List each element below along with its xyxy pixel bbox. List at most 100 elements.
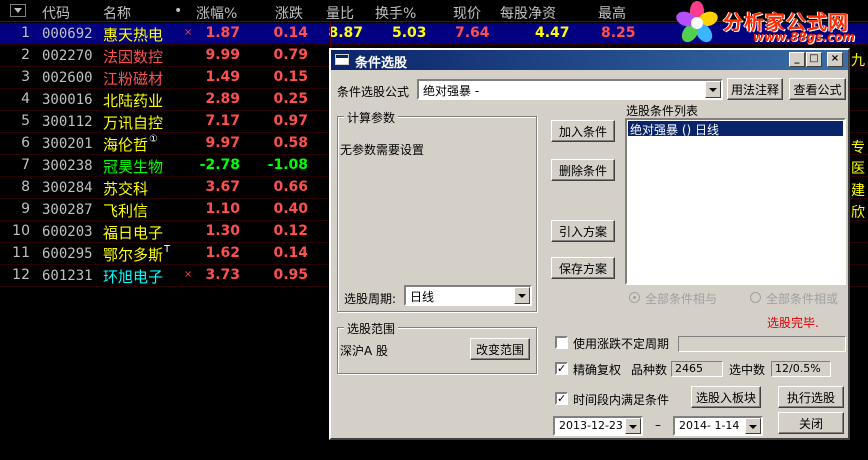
date-from-value: 2013-12-23 xyxy=(559,419,623,432)
column-dropdown-button[interactable] xyxy=(10,4,26,17)
row-number: 7 xyxy=(21,157,30,173)
row-1-price: 7.64 xyxy=(455,25,490,41)
use-uncertain-period-label[interactable]: 使用涨跌不定周期 xyxy=(573,335,669,352)
radio-and[interactable] xyxy=(629,292,640,303)
header-code[interactable]: 代码 xyxy=(42,3,70,23)
add-to-block-button[interactable]: 选股入板块 xyxy=(691,386,761,408)
header-turnover[interactable]: 换手% xyxy=(375,3,416,23)
change-amount: 0.15 xyxy=(273,69,308,85)
change-amount: 0.58 xyxy=(273,135,308,151)
change-amount: 0.97 xyxy=(273,113,308,129)
row-number: 9 xyxy=(21,201,30,217)
header-volume-ratio[interactable]: 量比 xyxy=(326,3,354,23)
chevron-down-icon[interactable] xyxy=(625,418,641,434)
formula-select[interactable]: 绝对强暴 - xyxy=(417,79,723,100)
change-pct: 1.62 xyxy=(205,245,240,261)
change-range-button[interactable]: 改变范围 xyxy=(470,338,530,360)
row-number: 6 xyxy=(21,135,30,151)
change-amount: 0.66 xyxy=(273,179,308,195)
change-pct: -2.78 xyxy=(199,157,240,173)
selected-count-label: 选中数 xyxy=(729,363,766,377)
change-pct: 3.73 xyxy=(205,267,240,283)
exact-restore-label[interactable]: 精确复权 xyxy=(573,361,621,378)
flower-logo-icon xyxy=(676,1,718,43)
row-number: 10 xyxy=(12,223,30,239)
header-chg[interactable]: 涨跌 xyxy=(275,3,303,23)
stock-code: 300112 xyxy=(42,114,93,130)
header-price[interactable]: 现价 xyxy=(453,3,481,23)
change-amount: 0.79 xyxy=(273,47,308,63)
header-pct[interactable]: 涨幅% xyxy=(196,3,237,23)
radio-or-label[interactable]: 全部条件相或 xyxy=(766,290,838,307)
time-period-label[interactable]: 时间段内满足条件 xyxy=(573,391,669,408)
header-nav[interactable]: 每股净资 xyxy=(500,3,556,23)
period-select[interactable]: 日线 xyxy=(404,285,532,306)
change-pct: 1.49 xyxy=(205,69,240,85)
date-from-picker[interactable]: 2013-12-23 xyxy=(553,416,643,436)
chevron-down-icon[interactable] xyxy=(745,418,761,434)
save-plan-button[interactable]: 保存方案 xyxy=(551,257,615,279)
stock-name: 万讯自控 xyxy=(103,114,164,132)
use-uncertain-period-checkbox[interactable] xyxy=(555,336,568,349)
delete-condition-button[interactable]: 删除条件 xyxy=(551,159,615,181)
dialog-title-bar[interactable]: 条件选股 _ □ × xyxy=(331,50,848,71)
condition-list-item[interactable]: 绝对强暴 () 日线 xyxy=(628,121,843,137)
date-to-picker[interactable]: 2014- 1-14 xyxy=(673,416,763,436)
stock-code: 002600 xyxy=(42,70,93,86)
formula-label: 条件选股公式 xyxy=(337,85,410,99)
date-separator: – xyxy=(655,418,661,432)
stock-code: 000692 xyxy=(42,26,93,42)
maximize-button[interactable]: □ xyxy=(806,52,822,67)
header-dot: • xyxy=(174,3,183,19)
stock-name: 环旭电子 xyxy=(103,268,164,286)
site-logo: 分析家公式网 www.88gs.com xyxy=(665,0,868,46)
view-formula-button[interactable]: 查看公式 xyxy=(789,78,846,100)
change-amount: 0.25 xyxy=(273,91,308,107)
time-period-checkbox[interactable]: ✓ xyxy=(555,392,568,405)
add-condition-button[interactable]: 加入条件 xyxy=(551,120,615,142)
change-pct: 1.30 xyxy=(205,223,240,239)
stock-code: 300238 xyxy=(42,158,93,174)
row-number: 3 xyxy=(21,69,30,85)
stock-name: 福日电子 xyxy=(103,224,164,242)
condition-select-dialog: 条件选股 _ □ × 条件选股公式 绝对强暴 - 用法注释 查看公式 计算参数 … xyxy=(329,48,850,440)
stock-badge: ① xyxy=(149,134,158,145)
stock-code: 002270 xyxy=(42,48,93,64)
radio-and-label[interactable]: 全部条件相与 xyxy=(645,290,717,307)
period-label: 选股周期: xyxy=(344,292,397,306)
import-plan-button[interactable]: 引入方案 xyxy=(551,220,615,242)
uncertain-period-field xyxy=(678,336,846,352)
change-pct: 7.17 xyxy=(205,113,240,129)
usage-notes-button[interactable]: 用法注释 xyxy=(727,78,783,100)
execute-select-button[interactable]: 执行选股 xyxy=(778,386,844,408)
minimize-button[interactable]: _ xyxy=(789,52,805,67)
params-group-title: 计算参数 xyxy=(344,109,399,126)
change-pct: 9.99 xyxy=(205,47,240,63)
condition-list-label: 选股条件列表 xyxy=(626,104,699,118)
chevron-down-icon[interactable] xyxy=(514,287,530,304)
stock-name: 飞利信 xyxy=(103,202,149,220)
change-pct: 9.97 xyxy=(205,135,240,151)
close-icon[interactable]: × xyxy=(827,52,843,67)
stock-code: 300284 xyxy=(42,180,93,196)
header-high[interactable]: 最高 xyxy=(598,3,626,23)
radio-or[interactable] xyxy=(750,292,761,303)
edge-char-3: 医 xyxy=(851,161,865,177)
condition-list[interactable]: 绝对强暴 () 日线 xyxy=(625,118,846,285)
change-pct: 1.87 xyxy=(205,25,240,41)
close-button[interactable]: 关闭 xyxy=(778,412,844,434)
chevron-down-icon[interactable] xyxy=(705,81,721,98)
header-name[interactable]: 名称 xyxy=(103,3,131,23)
change-amount: -1.08 xyxy=(267,157,308,173)
params-group: 计算参数 无参数需要设置 选股周期: 日线 xyxy=(337,109,537,312)
exact-restore-checkbox[interactable]: ✓ xyxy=(555,362,568,375)
stock-mark: × xyxy=(184,269,193,280)
range-text: 深沪A 股 xyxy=(340,344,389,358)
period-value: 日线 xyxy=(410,290,435,304)
stock-name: 苏交科 xyxy=(103,180,149,198)
row-number: 1 xyxy=(21,25,30,41)
dialog-title: 条件选股 xyxy=(355,56,408,71)
change-pct: 3.67 xyxy=(205,179,240,195)
variety-count-value: 2465 xyxy=(671,361,723,377)
change-amount: 0.14 xyxy=(273,245,308,261)
